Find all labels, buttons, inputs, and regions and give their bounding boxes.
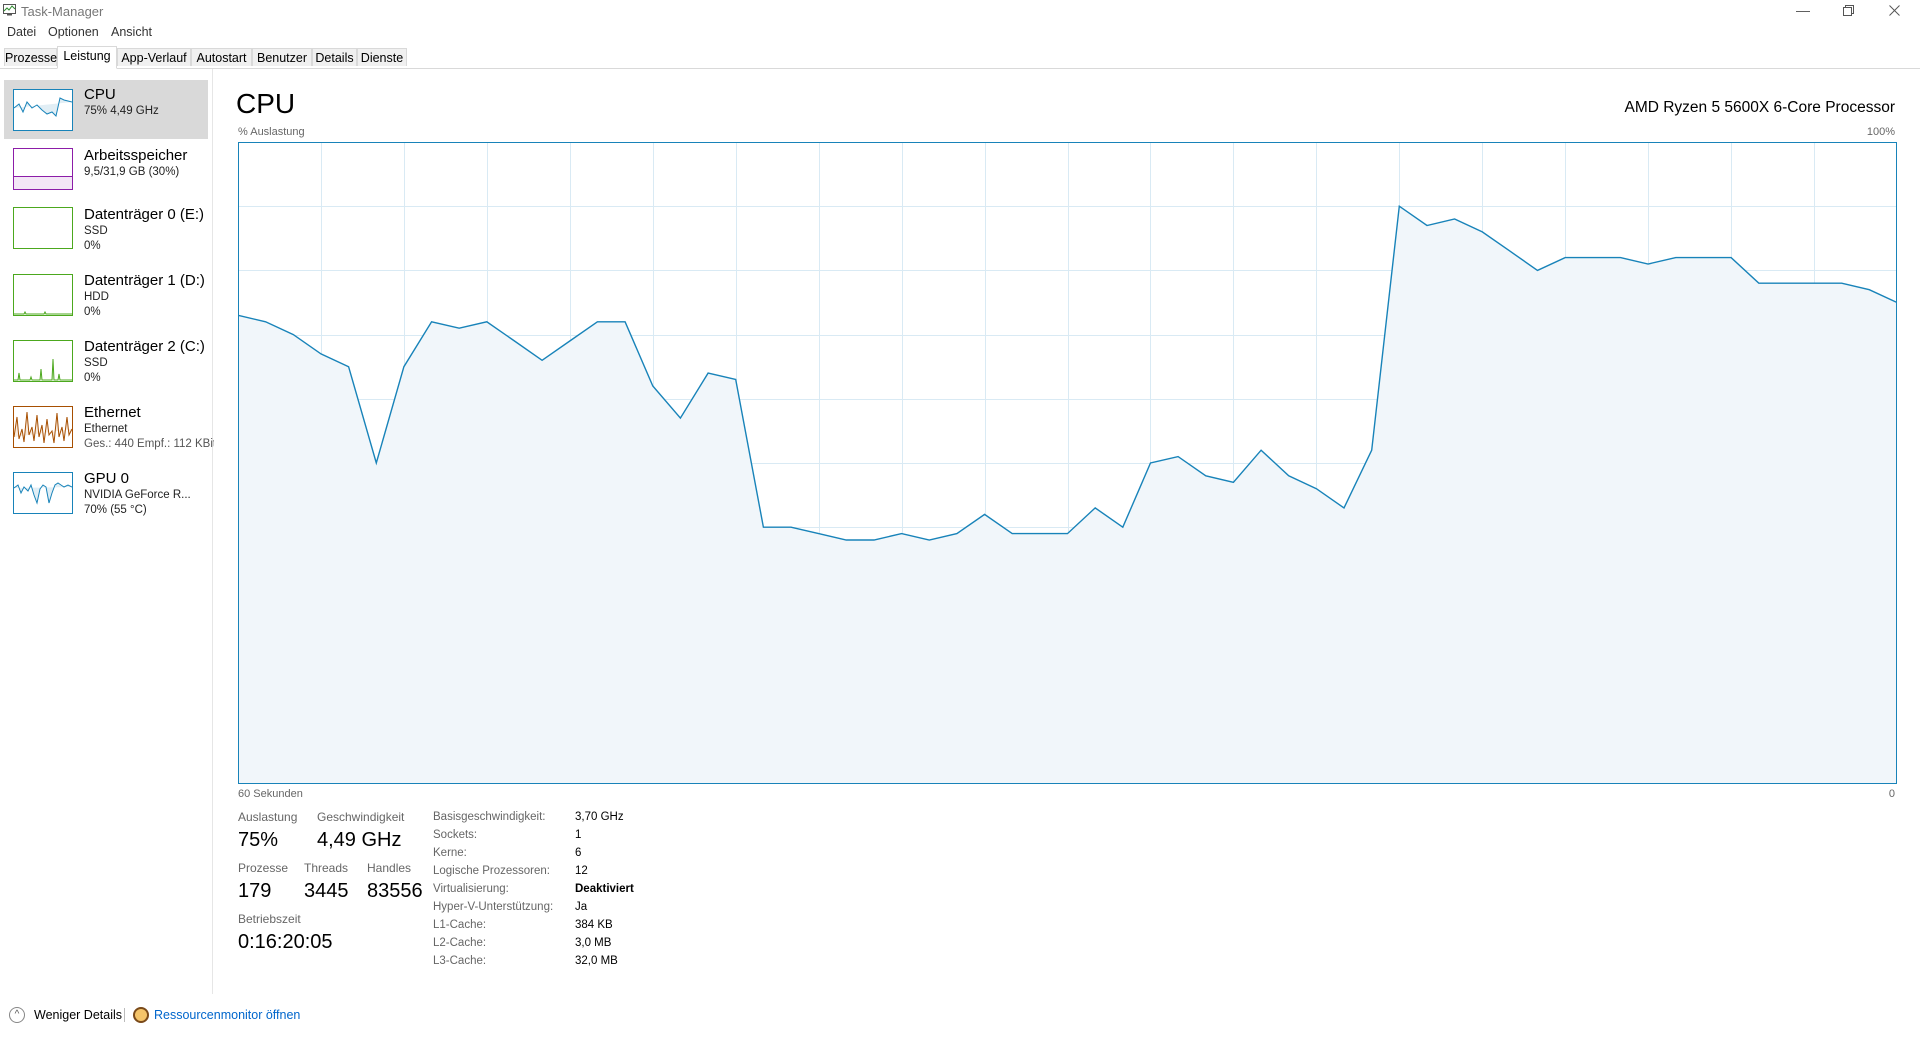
sidebar-item-subtitle: SSD	[84, 225, 108, 237]
cpu-graph-svg	[238, 142, 1897, 784]
fewer-details-button[interactable]: Weniger Details	[34, 1008, 122, 1022]
tab-autostart[interactable]: Autostart	[191, 48, 252, 66]
cpu-area-fill	[238, 206, 1897, 784]
sidebar-item-subtitle: SSD	[84, 357, 108, 369]
sidebar-item-usage: 0%	[84, 306, 101, 318]
processor-name: AMD Ryzen 5 5600X 6-Core Processor	[1624, 99, 1895, 116]
sidebar-item-usage: 70% (55 °C)	[84, 504, 147, 516]
sidebar-item-disk-1[interactable]: Datenträger 1 (D:) HDD 0%	[4, 267, 208, 327]
processes-label: Prozesse	[238, 861, 289, 875]
detail-label: Logische Prozessoren:	[433, 865, 550, 877]
close-icon	[1888, 5, 1900, 16]
resource-monitor-icon[interactable]	[133, 1007, 149, 1023]
gpu-thumbnail	[13, 472, 73, 514]
uptime-label: Betriebszeit	[238, 912, 301, 926]
detail-label: L1-Cache:	[433, 919, 487, 931]
close-button[interactable]	[1872, 0, 1916, 22]
threads-label: Threads	[304, 861, 349, 875]
graph-x-label: 60 Sekunden	[238, 788, 303, 800]
sidebar-item-title: Ethernet	[84, 404, 141, 421]
sidebar-item-title: Datenträger 1 (D:)	[84, 272, 205, 289]
uptime-value: 0:16:20:05	[238, 931, 333, 953]
detail-value: 384 KB	[575, 919, 613, 931]
menu-datei[interactable]: Datei	[7, 25, 36, 39]
tab-leistung[interactable]: Leistung	[57, 46, 117, 69]
sidebar-item-cpu[interactable]: CPU 75% 4,49 GHz	[4, 80, 208, 139]
graph-max-label: 100%	[1866, 126, 1895, 138]
speed-label: Geschwindigkeit	[317, 810, 405, 824]
sidebar-item-subtitle: 75% 4,49 GHz	[84, 105, 159, 117]
page-title: CPU	[236, 88, 296, 119]
sidebar-item-title: GPU 0	[84, 470, 130, 487]
detail-value: 3,0 MB	[575, 937, 612, 949]
sidebar-item-throughput: Ges.: 440 Empf.: 112 KBit/s	[84, 438, 214, 450]
disk-thumbnail	[13, 207, 73, 249]
sidebar-item-disk-2[interactable]: Datenträger 2 (C:) SSD 0%	[4, 333, 208, 393]
footer-divider	[124, 1008, 125, 1022]
detail-value: 32,0 MB	[575, 955, 618, 967]
footer: ^ Weniger Details Ressourcenmonitor öffn…	[0, 1002, 1920, 1032]
detail-label: Basisgeschwindigkeit:	[433, 811, 546, 823]
tab-app-verlauf[interactable]: App-Verlauf	[117, 48, 191, 66]
handles-label: Handles	[367, 861, 412, 875]
detail-label: Virtualisierung:	[433, 883, 509, 895]
detail-value: 6	[575, 847, 582, 859]
detail-value: Deaktiviert	[575, 883, 634, 895]
task-manager-icon	[3, 4, 16, 16]
minimize-button[interactable]: —	[1781, 0, 1825, 22]
sidebar-item-title: Datenträger 0 (E:)	[84, 206, 205, 223]
tab-bar: Prozesse Leistung App-Verlauf Autostart …	[0, 46, 1920, 69]
sidebar-item-subtitle: HDD	[84, 291, 109, 303]
cpu-utilization-graph	[238, 142, 1897, 784]
sidebar-item-usage: 0%	[84, 372, 101, 384]
detail-value: 12	[575, 865, 588, 877]
menu-ansicht[interactable]: Ansicht	[111, 25, 152, 39]
sidebar: CPU 75% 4,49 GHz Arbeitsspeicher 9,5/31,…	[0, 69, 214, 994]
tab-dienste[interactable]: Dienste	[357, 48, 407, 66]
window-title: Task-Manager	[21, 4, 104, 19]
graph-x-end-label: 0	[1888, 788, 1895, 800]
restore-icon	[1842, 5, 1854, 16]
disk-thumbnail	[13, 340, 73, 382]
tab-benutzer[interactable]: Benutzer	[252, 48, 312, 66]
utilization-label: Auslastung	[238, 810, 298, 824]
menu-optionen[interactable]: Optionen	[48, 25, 99, 39]
graph-y-label: % Auslastung	[238, 126, 305, 138]
detail-value: Ja	[575, 901, 588, 913]
sidebar-item-subtitle: Ethernet	[84, 423, 128, 435]
detail-label: Hyper-V-Unterstützung:	[433, 901, 554, 913]
sidebar-item-memory[interactable]: Arbeitsspeicher 9,5/31,9 GB (30%)	[4, 141, 208, 196]
sidebar-item-subtitle: 9,5/31,9 GB (30%)	[84, 166, 180, 178]
sidebar-item-title: Arbeitsspeicher	[84, 147, 188, 164]
resource-monitor-link[interactable]: Ressourcenmonitor öffnen	[154, 1008, 300, 1022]
tab-prozesse[interactable]: Prozesse	[4, 48, 57, 66]
sidebar-item-subtitle: NVIDIA GeForce R...	[84, 489, 191, 501]
sidebar-item-title: Datenträger 2 (C:)	[84, 338, 205, 355]
processes-value: 179	[238, 880, 272, 902]
sidebar-item-gpu-0[interactable]: GPU 0 NVIDIA GeForce R... 70% (55 °C)	[4, 465, 208, 525]
utilization-value: 75%	[238, 829, 279, 851]
sidebar-item-usage: 0%	[84, 240, 101, 252]
threads-value: 3445	[304, 880, 349, 902]
cpu-thumbnail	[13, 89, 73, 131]
restore-button[interactable]	[1826, 0, 1870, 22]
ethernet-thumbnail	[13, 406, 73, 448]
detail-label: L3-Cache:	[433, 955, 487, 967]
detail-label: L2-Cache:	[433, 937, 487, 949]
detail-label: Kerne:	[433, 847, 467, 859]
detail-value: 1	[575, 829, 582, 841]
detail-value: 3,70 GHz	[575, 811, 624, 823]
speed-value: 4,49 GHz	[317, 829, 402, 851]
chevron-up-icon[interactable]: ^	[9, 1007, 25, 1023]
sidebar-item-disk-0[interactable]: Datenträger 0 (E:) SSD 0%	[4, 201, 208, 261]
memory-thumbnail	[13, 148, 73, 190]
sidebar-item-ethernet[interactable]: Ethernet Ethernet Ges.: 440 Empf.: 112 K…	[4, 399, 214, 459]
disk-thumbnail	[13, 274, 73, 316]
detail-label: Sockets:	[433, 829, 478, 841]
sidebar-item-title: CPU	[84, 86, 116, 103]
handles-value: 83556	[367, 880, 423, 902]
title-bar: Task-Manager —	[0, 0, 1920, 22]
tab-details[interactable]: Details	[312, 48, 357, 66]
